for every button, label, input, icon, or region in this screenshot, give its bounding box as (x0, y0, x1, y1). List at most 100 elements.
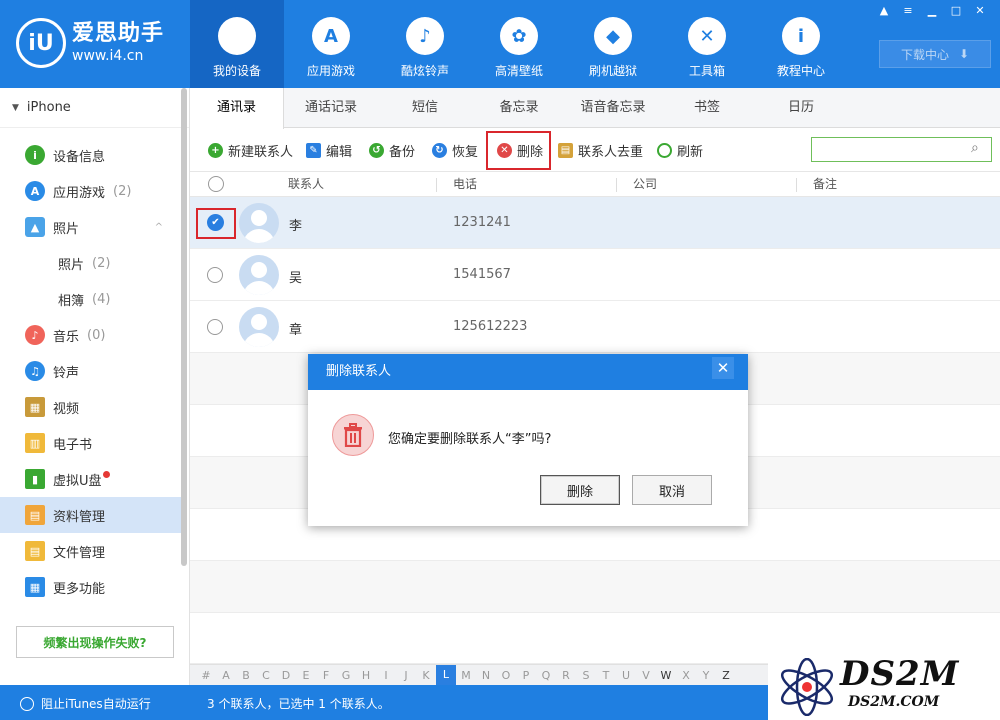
radio-icon (20, 696, 34, 711)
alphabet-letter[interactable]: O (496, 669, 516, 682)
alphabet-letter[interactable]: E (296, 669, 316, 682)
tab-calendar[interactable]: 日历 (754, 88, 848, 128)
dropbox-icon: ◆ (594, 17, 632, 55)
table-row[interactable]: 吴 1541567 (190, 249, 1000, 301)
sidebar-item-udisk[interactable]: ▮ 虚拟U盘 (0, 461, 189, 497)
alphabet-letter[interactable]: Y (696, 669, 716, 682)
sidebar-item-more[interactable]: ▦ 更多功能 (0, 569, 189, 605)
alphabet-letter[interactable]: B (236, 669, 256, 682)
alphabet-letter[interactable]: W (656, 669, 676, 682)
alphabet-letter[interactable]: X (676, 669, 696, 682)
tab-bookmarks[interactable]: 书签 (660, 88, 754, 128)
alphabet-letter[interactable]: R (556, 669, 576, 682)
sidebar-item-photos[interactable]: ▲ 照片 ^ (0, 209, 189, 245)
search-icon[interactable]: ⌕ (971, 140, 987, 156)
skin-icon[interactable]: ▲ (872, 3, 896, 19)
alphabet-letter[interactable]: A (216, 669, 236, 682)
alphabet-letter[interactable]: P (516, 669, 536, 682)
edit-button[interactable]: ✎ 编辑 (306, 129, 352, 171)
photo-icon: ▲ (25, 217, 45, 237)
download-label: 下载中心 (900, 47, 949, 62)
menu-icon[interactable]: ≡ (896, 3, 920, 19)
sidebar-item-video[interactable]: ▦ 视频 (0, 389, 189, 425)
app-url: www.i4.cn (72, 48, 144, 64)
alphabet-letter[interactable]: K (416, 669, 436, 682)
sidebar-item-music[interactable]: ♪ 音乐 (0) (0, 317, 189, 353)
contacts-icon: ▤ (558, 142, 573, 158)
topnav-toolbox[interactable]: ✕ 工具箱 (660, 0, 754, 88)
column-header-notes[interactable]: 备注 (813, 172, 837, 197)
row-radio[interactable] (207, 267, 223, 283)
sidebar-item-ebooks[interactable]: ▥ 电子书 (0, 425, 189, 461)
alphabet-letter[interactable]: N (476, 669, 496, 682)
sidebar-item-file-management[interactable]: ▤ 文件管理 (0, 533, 189, 569)
tab-call-log[interactable]: 通话记录 (284, 88, 378, 128)
topnav-tutorials[interactable]: i 教程中心 (754, 0, 848, 88)
sidebar-subitem-albums[interactable]: 相簿 (4) (0, 281, 189, 317)
table-row[interactable]: ✔ 李 1231241 (190, 197, 1000, 249)
alphabet-letter[interactable]: # (196, 669, 216, 682)
alphabet-letter[interactable]: J (396, 669, 416, 682)
cancel-button[interactable]: 取消 (632, 475, 712, 505)
select-all-radio[interactable] (208, 176, 224, 192)
row-radio[interactable] (207, 319, 223, 335)
alphabet-letter[interactable]: S (576, 669, 596, 682)
topnav-wallpapers[interactable]: ✿ 高清壁纸 (472, 0, 566, 88)
alphabet-letter[interactable]: T (596, 669, 616, 682)
alphabet-letter[interactable]: F (316, 669, 336, 682)
device-selector[interactable]: ▼ iPhone (0, 88, 189, 128)
watermark-url: DS2M.COM (848, 694, 940, 710)
dedupe-button[interactable]: ▤ 联系人去重 (558, 129, 643, 171)
column-header-contact[interactable]: 联系人 (288, 172, 324, 197)
topnav-ringtones[interactable]: ♪ 酷炫铃声 (378, 0, 472, 88)
topnav-flash[interactable]: ◆ 刷机越狱 (566, 0, 660, 88)
alphabet-letter[interactable]: Z (716, 669, 736, 682)
sidebar-item-device-info[interactable]: i 设备信息 (0, 137, 189, 173)
topnav-my-device[interactable]: 我的设备 (190, 0, 284, 88)
tab-notes[interactable]: 备忘录 (472, 88, 566, 128)
sidebar-item-data-management[interactable]: ▤ 资料管理 (0, 497, 182, 533)
tab-bar: 通讯录 通话记录 短信 备忘录 语音备忘录 书签 日历 (190, 88, 1000, 129)
alphabet-letter[interactable]: U (616, 669, 636, 682)
sidebar-item-ringtones[interactable]: ♫ 铃声 (0, 353, 189, 389)
dialog-close-button[interactable]: ✕ (712, 357, 734, 379)
column-header-company[interactable]: 公司 (633, 172, 657, 197)
alphabet-letter[interactable]: V (636, 669, 656, 682)
sidebar-item-apps[interactable]: A 应用游戏 (2) (0, 173, 189, 209)
alphabet-letter[interactable]: G (336, 669, 356, 682)
alphabet-letter[interactable]: D (276, 669, 296, 682)
book-icon: ▥ (25, 433, 45, 453)
sidebar-subitem-photos[interactable]: 照片 (2) (0, 245, 189, 281)
search-input[interactable]: ⌕ (811, 137, 992, 162)
new-contact-button[interactable]: + 新建联系人 (208, 129, 293, 171)
topnav-apps[interactable]: A 应用游戏 (284, 0, 378, 88)
restore-icon: ↻ (432, 142, 447, 158)
tab-contacts[interactable]: 通讯录 (190, 88, 284, 129)
alphabet-letter[interactable]: M (456, 669, 476, 682)
minimize-icon[interactable]: ▁ (920, 3, 944, 19)
block-itunes-toggle[interactable]: 阻止iTunes自动运行 (20, 695, 151, 712)
alphabet-letter[interactable]: C (256, 669, 276, 682)
table-row[interactable]: 章 125612223 (190, 301, 1000, 353)
download-center-button[interactable]: 下载中心 ⬇ (879, 40, 991, 68)
backup-button[interactable]: ↺ 备份 (369, 129, 415, 171)
maximize-icon[interactable]: □ (944, 3, 968, 19)
chevron-up-icon[interactable]: ^ (155, 222, 163, 233)
restore-button[interactable]: ↻ 恢复 (432, 129, 478, 171)
refresh-button[interactable]: 刷新 (657, 129, 703, 171)
column-header-phone[interactable]: 电话 (453, 172, 477, 197)
help-button[interactable]: 频繁出现操作失败? (16, 626, 174, 658)
alphabet-letter[interactable]: Q (536, 669, 556, 682)
tab-voice-memos[interactable]: 语音备忘录 (566, 88, 660, 128)
sidebar-scrollbar[interactable] (181, 88, 187, 566)
sidebar-item-label: 照片 (53, 221, 80, 237)
empty-row (190, 561, 1000, 613)
avatar (239, 255, 279, 295)
alphabet-letter[interactable]: I (376, 669, 396, 682)
close-icon[interactable]: ✕ (968, 3, 992, 19)
app-logo: iU 爱思助手 www.i4.cn (16, 18, 164, 68)
alphabet-letter[interactable]: H (356, 669, 376, 682)
alphabet-letter[interactable]: L (436, 665, 456, 685)
confirm-delete-button[interactable]: 删除 (540, 475, 620, 505)
tab-sms[interactable]: 短信 (378, 88, 472, 128)
